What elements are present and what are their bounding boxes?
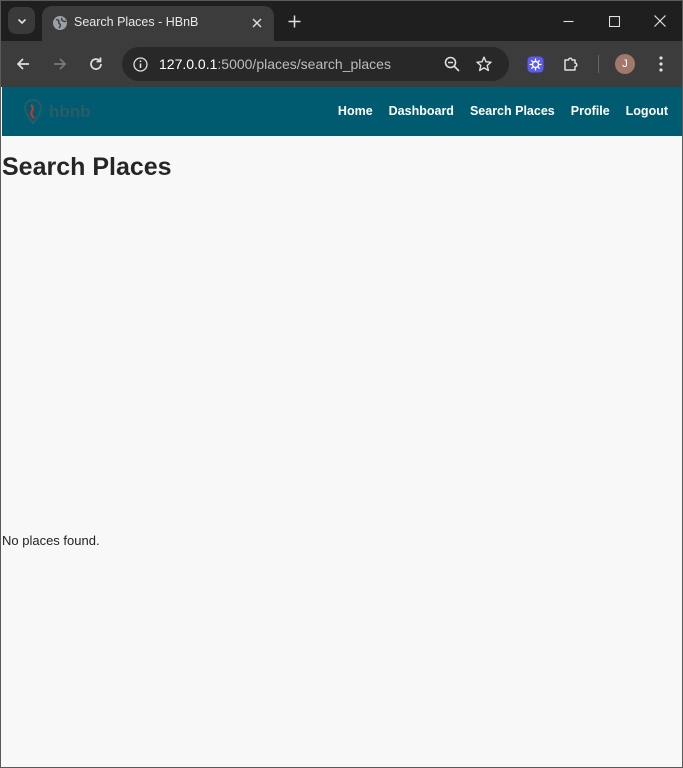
close-icon: [654, 15, 666, 27]
back-arrow-icon: [16, 58, 29, 70]
url-host: 127.0.0.1: [159, 56, 218, 72]
browser-menu-button[interactable]: [649, 52, 673, 76]
back-button[interactable]: [11, 52, 35, 76]
address-bar[interactable]: 127.0.0.1:5000/places/search_places: [122, 47, 509, 81]
nav-link-dashboard[interactable]: Dashboard: [389, 104, 454, 118]
extension-button[interactable]: [523, 52, 547, 76]
extension-badge-icon: [527, 56, 543, 72]
nav-link-home[interactable]: Home: [338, 104, 373, 118]
star-icon: [476, 56, 492, 72]
nav-link-logout[interactable]: Logout: [626, 104, 668, 118]
tab-close-button[interactable]: [248, 14, 266, 32]
reload-icon: [90, 57, 102, 70]
page-title: Search Places: [2, 153, 172, 181]
maximize-icon: [608, 15, 620, 27]
nav-links: Home Dashboard Search Places Profile Log…: [338, 104, 668, 118]
tab-search-button[interactable]: [8, 7, 35, 34]
active-tab[interactable]: Search Places - HBnB: [42, 6, 274, 41]
minimize-button[interactable]: [556, 9, 580, 33]
browser-toolbar: 127.0.0.1:5000/places/search_places J: [1, 41, 682, 87]
close-icon: [252, 18, 262, 28]
puzzle-icon: [564, 57, 578, 71]
logo-text: hbnb: [49, 102, 91, 121]
zoom-out-icon: [444, 56, 460, 72]
reload-button[interactable]: [84, 52, 108, 76]
maximize-button[interactable]: [602, 9, 626, 33]
profile-avatar[interactable]: J: [615, 54, 635, 74]
minimize-icon: [563, 20, 573, 22]
forward-button[interactable]: [48, 52, 72, 76]
hbnb-logo-icon: [23, 98, 43, 125]
tab-strip: Search Places - HBnB: [1, 1, 682, 41]
toolbar-divider: [598, 55, 599, 73]
browser-window: Search Places - HBnB 127.0.0.1:5000/plac…: [0, 0, 683, 768]
info-icon: [132, 56, 148, 72]
chevron-down-icon: [17, 18, 26, 24]
site-info-button[interactable]: [130, 54, 150, 74]
nav-link-profile[interactable]: Profile: [571, 104, 610, 118]
web-page: hbnb Home Dashboard Search Places Profil…: [2, 87, 682, 767]
more-vertical-icon: [659, 56, 663, 72]
tab-title: Search Places - HBnB: [74, 15, 199, 29]
zoom-button[interactable]: [442, 54, 462, 74]
globe-icon: [53, 16, 67, 30]
url-text: 127.0.0.1:5000/places/search_places: [159, 56, 391, 72]
bookmark-button[interactable]: [474, 54, 494, 74]
url-path: :5000/places/search_places: [217, 56, 391, 72]
plus-icon: [288, 15, 300, 27]
extensions-menu-button[interactable]: [559, 52, 583, 76]
nav-link-search-places[interactable]: Search Places: [470, 104, 555, 118]
site-logo[interactable]: hbnb: [20, 97, 91, 127]
forward-arrow-icon: [54, 58, 67, 70]
site-navbar: hbnb Home Dashboard Search Places Profil…: [2, 87, 682, 136]
new-tab-button[interactable]: [284, 11, 304, 31]
close-window-button[interactable]: [648, 9, 672, 33]
empty-results-message: No places found.: [2, 533, 100, 548]
